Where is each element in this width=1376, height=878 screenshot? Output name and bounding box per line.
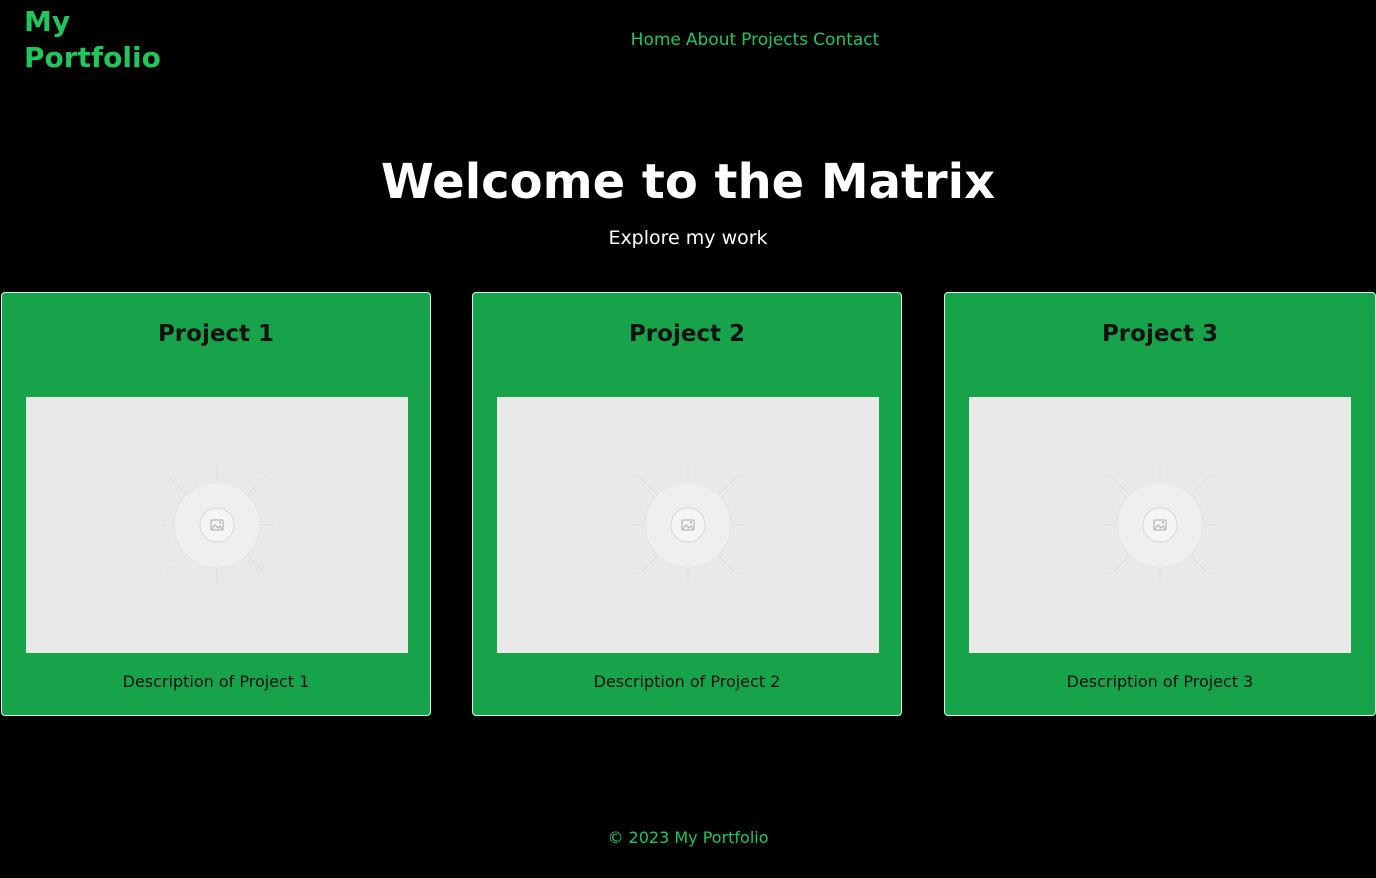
project-title: Project 2 — [628, 321, 746, 347]
image-placeholder-icon — [632, 465, 744, 585]
projects-section: Project 1 Description of Project 1 Proje… — [0, 292, 1376, 718]
project-description: Description of Project 2 — [593, 672, 781, 691]
project-title: Project 3 — [1101, 321, 1219, 347]
project-title: Project 1 — [157, 321, 275, 347]
nav-link-projects[interactable]: Projects — [741, 28, 808, 52]
project-card-1[interactable]: Project 1 Description of Project 1 — [1, 292, 431, 716]
nav-link-about[interactable]: About — [686, 28, 736, 52]
project-description: Description of Project 1 — [122, 672, 310, 691]
project-image — [26, 397, 408, 653]
main-nav: Home About Projects Contact — [0, 28, 1376, 52]
nav-link-home[interactable]: Home — [631, 28, 681, 52]
nav-link-contact[interactable]: Contact — [813, 28, 879, 52]
project-card-2[interactable]: Project 2 Description of Project 2 — [472, 292, 902, 716]
project-description: Description of Project 3 — [1066, 672, 1254, 691]
image-placeholder-icon — [161, 465, 273, 585]
image-placeholder-icon — [1104, 465, 1216, 585]
project-image — [497, 397, 879, 653]
project-image — [969, 397, 1351, 653]
portfolio-page: My Portfolio Home About Projects Contact… — [0, 0, 1376, 878]
hero-subtitle: Explore my work — [608, 227, 768, 249]
footer-copyright: © 2023 My Portfolio — [607, 828, 769, 847]
hero-title: Welcome to the Matrix — [380, 154, 996, 210]
project-card-3[interactable]: Project 3 Description of Project 3 — [944, 292, 1376, 716]
